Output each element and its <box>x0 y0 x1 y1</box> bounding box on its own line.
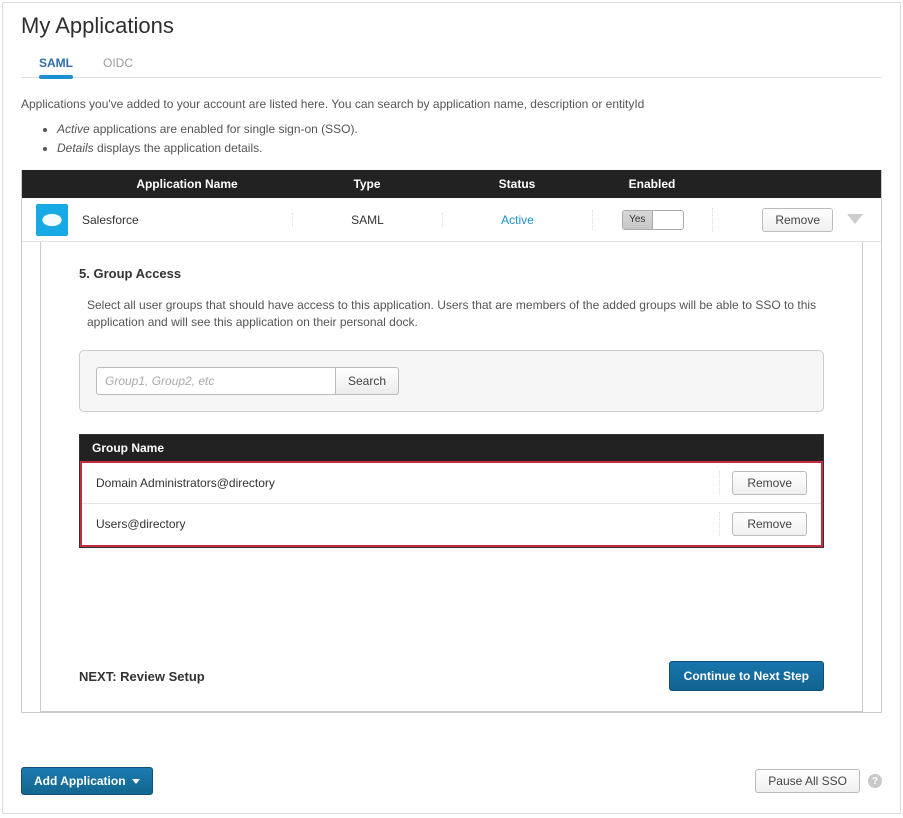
group-row: Domain Administrators@directory Remove <box>82 463 821 504</box>
next-step-label: NEXT: Review Setup <box>79 669 205 684</box>
intro-bullet-1-em: Active <box>57 122 90 136</box>
group-name: Domain Administrators@directory <box>96 476 275 490</box>
group-search-box: Search <box>79 350 824 412</box>
group-row: Users@directory Remove <box>82 504 821 544</box>
remove-group-button[interactable]: Remove <box>732 512 807 536</box>
intro-line: Applications you've added to your accoun… <box>21 96 882 113</box>
panel-footer: NEXT: Review Setup Continue to Next Step <box>79 661 824 691</box>
group-search-button[interactable]: Search <box>336 367 399 395</box>
bottom-bar: Add Application Pause All SSO ? <box>3 753 900 813</box>
application-name: Salesforce <box>82 213 292 227</box>
add-application-button[interactable]: Add Application <box>21 767 153 795</box>
group-access-panel: 5. Group Access Select all user groups t… <box>40 242 863 712</box>
group-search-input[interactable] <box>96 367 336 395</box>
col-header-name: Application Name <box>82 177 292 191</box>
expand-row-icon[interactable] <box>847 214 863 226</box>
continue-button[interactable]: Continue to Next Step <box>669 661 824 691</box>
intro-text: Applications you've added to your accoun… <box>3 78 900 156</box>
step-title: 5. Group Access <box>79 266 824 281</box>
intro-bullet-2-rest: displays the application details. <box>94 141 263 155</box>
enabled-toggle[interactable]: Yes <box>622 210 684 230</box>
caret-down-icon <box>132 779 140 784</box>
application-type: SAML <box>292 213 442 227</box>
tabs: SAML OIDC <box>21 49 882 78</box>
intro-bullet-1: Active applications are enabled for sing… <box>57 121 882 138</box>
pause-all-sso-button[interactable]: Pause All SSO <box>755 769 860 793</box>
applications-table-header: Application Name Type Status Enabled <box>22 170 881 198</box>
page-title: My Applications <box>3 3 900 45</box>
application-row: Salesforce SAML Active Yes Remove <box>22 198 881 242</box>
toggle-yes-label: Yes <box>623 211 654 229</box>
step-description: Select all user groups that should have … <box>87 297 824 329</box>
group-table: Group Name Domain Administrators@directo… <box>79 434 824 548</box>
remove-group-button[interactable]: Remove <box>732 471 807 495</box>
group-table-header: Group Name <box>80 435 823 461</box>
salesforce-icon <box>36 204 68 236</box>
applications-table: Application Name Type Status Enabled Sal… <box>21 170 882 713</box>
add-application-label: Add Application <box>34 774 126 788</box>
intro-bullet-1-rest: applications are enabled for single sign… <box>90 122 358 136</box>
col-header-type: Type <box>292 177 442 191</box>
intro-bullet-2: Details displays the application details… <box>57 140 882 157</box>
col-header-enabled: Enabled <box>592 177 712 191</box>
help-icon[interactable]: ? <box>868 774 882 788</box>
remove-application-button[interactable]: Remove <box>762 208 833 232</box>
tab-saml[interactable]: SAML <box>39 50 73 78</box>
col-header-status: Status <box>442 177 592 191</box>
group-name: Users@directory <box>96 517 186 531</box>
intro-bullet-2-em: Details <box>57 141 94 155</box>
tab-oidc[interactable]: OIDC <box>103 50 133 78</box>
application-status-link[interactable]: Active <box>442 213 592 227</box>
group-table-body: Domain Administrators@directory Remove U… <box>80 461 823 547</box>
